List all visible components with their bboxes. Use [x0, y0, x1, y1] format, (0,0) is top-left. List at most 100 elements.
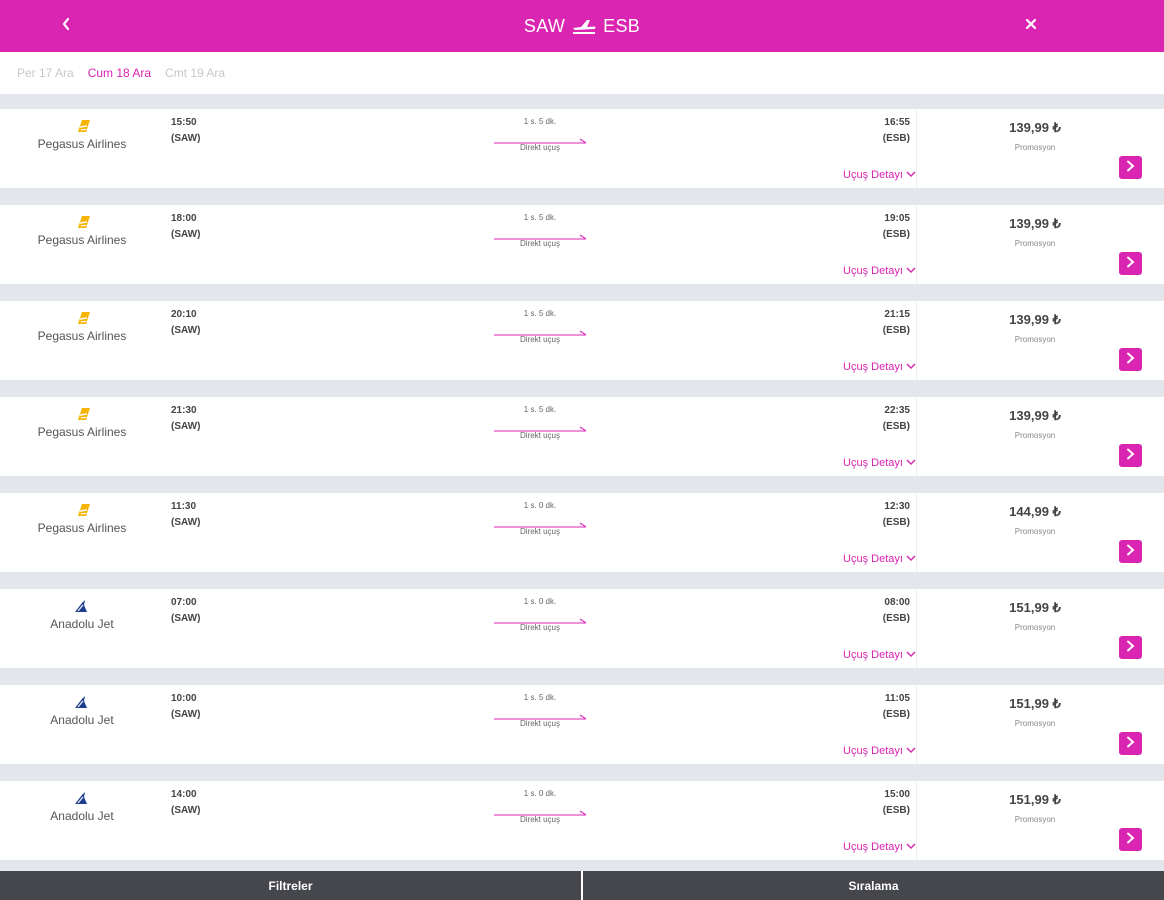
- chevron-right-icon: [1126, 255, 1135, 273]
- flight-type: Direkt uçuş: [519, 335, 560, 344]
- airline-name: Anadolu Jet: [50, 617, 114, 631]
- flight-duration: 1 s. 5 dk.: [523, 405, 557, 414]
- card-divider: [916, 109, 917, 188]
- route-arrow-icon: [494, 613, 588, 624]
- airline-name: Pegasus Airlines: [37, 233, 127, 247]
- route-arrow-icon: [494, 805, 588, 816]
- flight-card[interactable]: Anadolu Jet 07:00 (SAW) 1 s. 0 dk. Direkt uç…: [0, 589, 1164, 668]
- fare-type: Promosyon: [1014, 623, 1056, 632]
- chevron-down-icon: [906, 553, 916, 565]
- flight-card[interactable]: Pegasus Airlines 20:10 (SAW) 1 s. 5 dk. Dire…: [0, 301, 1164, 380]
- flight-detail-link[interactable]: Uçuş Detayı: [820, 265, 916, 277]
- arrival-airport: (ESB): [882, 421, 910, 432]
- card-divider: [916, 589, 917, 668]
- arrival-airport: (ESB): [882, 133, 910, 144]
- arrival-time: 16:55: [884, 117, 910, 128]
- select-flight-button[interactable]: [1119, 540, 1142, 563]
- chevron-right-icon: [1126, 447, 1135, 465]
- route-arrow-icon: [494, 133, 588, 144]
- flight-duration: 1 s. 5 dk.: [523, 309, 557, 318]
- sort-button[interactable]: Sıralama: [583, 871, 1164, 900]
- flight-price: 151,99 ₺: [1009, 600, 1061, 615]
- airline-name: Anadolu Jet: [50, 809, 114, 823]
- chevron-right-icon: [1126, 159, 1135, 177]
- pegasus-logo-icon: [72, 215, 92, 229]
- flight-duration: 1 s. 0 dk.: [523, 789, 557, 798]
- select-flight-button[interactable]: [1119, 444, 1142, 467]
- arrival-time: 19:05: [884, 213, 910, 224]
- chevron-down-icon: [906, 457, 916, 469]
- chevron-down-icon: [906, 361, 916, 373]
- departure-time: 07:00: [171, 597, 197, 608]
- arrival-time: 21:15: [884, 309, 910, 320]
- select-flight-button[interactable]: [1119, 636, 1142, 659]
- date-tab-selected[interactable]: Cum 18 Ara: [88, 66, 151, 80]
- route-arrow-icon: [494, 421, 588, 432]
- flight-price: 139,99 ₺: [1009, 408, 1061, 423]
- flight-card[interactable]: Pegasus Airlines 21:30 (SAW) 1 s. 5 dk. Dire…: [0, 397, 1164, 476]
- flight-card[interactable]: Pegasus Airlines 18:00 (SAW) 1 s. 5 dk. Dire…: [0, 205, 1164, 284]
- flight-detail-link[interactable]: Uçuş Detayı: [820, 841, 916, 853]
- pegasus-logo-icon: [72, 311, 92, 325]
- flight-duration: 1 s. 5 dk.: [523, 117, 557, 126]
- chevron-right-icon: [1126, 831, 1135, 849]
- filters-button[interactable]: Filtreler: [0, 871, 581, 900]
- airline-name: Pegasus Airlines: [37, 521, 127, 535]
- flight-type: Direkt uçuş: [519, 623, 560, 632]
- route-title: SAW ESB: [0, 0, 1164, 52]
- chevron-down-icon: [906, 841, 916, 853]
- plane-icon: [571, 17, 597, 35]
- date-tab-next[interactable]: Cmt 19 Ara: [165, 66, 225, 80]
- flight-detail-label: Uçuş Detayı: [843, 745, 903, 757]
- select-flight-button[interactable]: [1119, 252, 1142, 275]
- fare-type: Promosyon: [1014, 527, 1056, 536]
- pegasus-logo-icon: [72, 119, 92, 133]
- departure-airport: (SAW): [171, 325, 201, 336]
- select-flight-button[interactable]: [1119, 828, 1142, 851]
- flight-detail-link[interactable]: Uçuş Detayı: [820, 649, 916, 661]
- departure-airport: (SAW): [171, 133, 201, 144]
- airline-name: Pegasus Airlines: [37, 137, 127, 151]
- departure-time: 10:00: [171, 693, 197, 704]
- arrival-airport: (ESB): [882, 517, 910, 528]
- flight-card[interactable]: Pegasus Airlines 15:50 (SAW) 1 s. 5 dk. Dire…: [0, 109, 1164, 188]
- flight-duration: 1 s. 5 dk.: [523, 213, 557, 222]
- departure-time: 20:10: [171, 309, 197, 320]
- fare-type: Promosyon: [1014, 335, 1056, 344]
- flight-type: Direkt uçuş: [519, 719, 560, 728]
- chevron-down-icon: [906, 649, 916, 661]
- flight-detail-link[interactable]: Uçuş Detayı: [820, 745, 916, 757]
- card-divider: [916, 781, 917, 860]
- flight-card[interactable]: Anadolu Jet 14:00 (SAW) 1 s. 0 dk. Direkt uç…: [0, 781, 1164, 860]
- flight-card[interactable]: Anadolu Jet 10:00 (SAW) 1 s. 5 dk. Direkt uç…: [0, 685, 1164, 764]
- departure-time: 15:50: [171, 117, 197, 128]
- anadolujet-logo-icon: [72, 791, 92, 805]
- departure-airport: (SAW): [171, 517, 201, 528]
- chevron-down-icon: [906, 169, 916, 181]
- close-icon: [1025, 17, 1037, 35]
- date-tab-prev[interactable]: Per 17 Ara: [17, 66, 74, 80]
- chevron-down-icon: [906, 265, 916, 277]
- route-arrow-icon: [494, 325, 588, 336]
- flight-detail-link[interactable]: Uçuş Detayı: [820, 169, 916, 181]
- pegasus-logo-icon: [72, 503, 92, 517]
- airline-name: Anadolu Jet: [50, 713, 114, 727]
- close-button[interactable]: [1005, 0, 1057, 52]
- select-flight-button[interactable]: [1119, 732, 1142, 755]
- flight-detail-label: Uçuş Detayı: [843, 841, 903, 853]
- flight-detail-label: Uçuş Detayı: [843, 553, 903, 565]
- flight-type: Direkt uçuş: [519, 431, 560, 440]
- flight-detail-link[interactable]: Uçuş Detayı: [820, 361, 916, 373]
- flight-card[interactable]: Pegasus Airlines 11:30 (SAW) 1 s. 0 dk. Dire…: [0, 493, 1164, 572]
- flight-price: 139,99 ₺: [1009, 120, 1061, 135]
- airline-name: Pegasus Airlines: [37, 329, 127, 343]
- select-flight-button[interactable]: [1119, 156, 1142, 179]
- fare-type: Promosyon: [1014, 239, 1056, 248]
- flight-duration: 1 s. 0 dk.: [523, 597, 557, 606]
- select-flight-button[interactable]: [1119, 348, 1142, 371]
- flight-price: 139,99 ₺: [1009, 312, 1061, 327]
- flight-detail-link[interactable]: Uçuş Detayı: [820, 457, 916, 469]
- chevron-down-icon: [906, 745, 916, 757]
- flight-detail-link[interactable]: Uçuş Detayı: [820, 553, 916, 565]
- anadolujet-logo-icon: [72, 695, 92, 709]
